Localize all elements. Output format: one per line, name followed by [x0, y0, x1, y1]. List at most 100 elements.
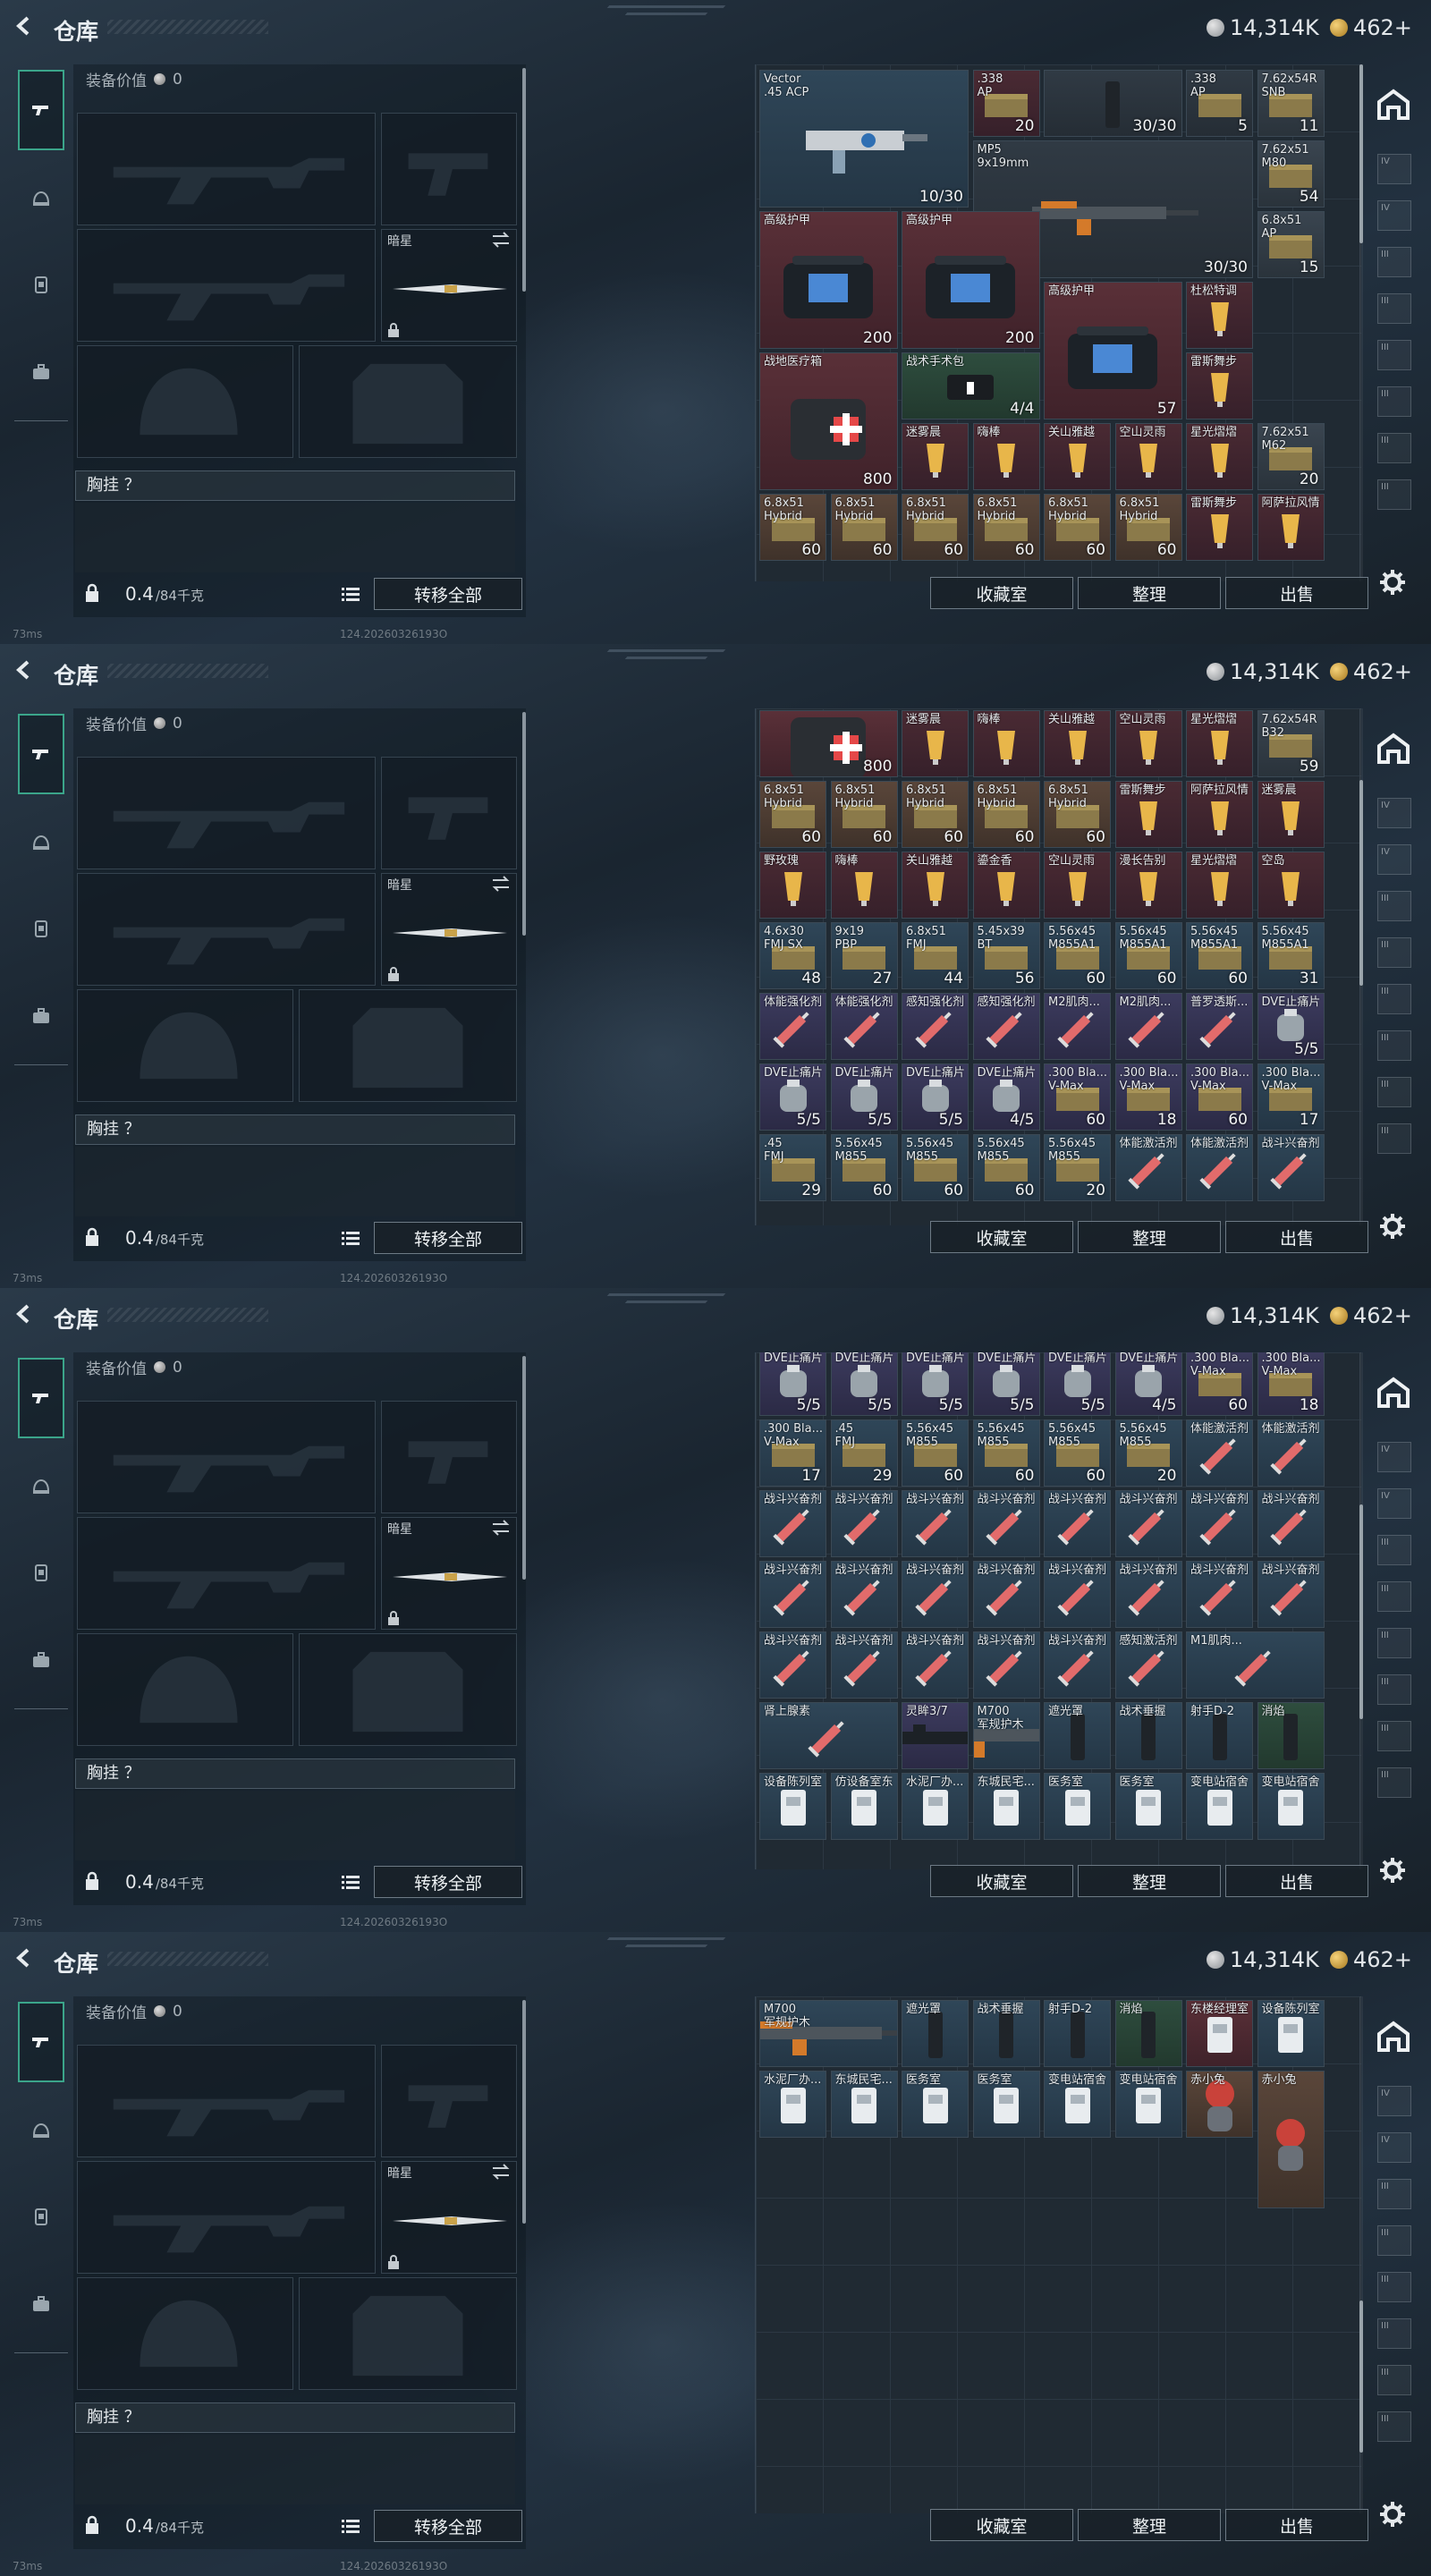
slot-sidearm[interactable]: [381, 2045, 517, 2157]
inventory-item[interactable]: 迷雾晨: [1257, 781, 1325, 848]
inventory-item[interactable]: 6.8x51 Hybrid 60: [759, 781, 826, 848]
tab-weapons[interactable]: [18, 714, 64, 794]
list-icon[interactable]: [342, 587, 360, 601]
inventory-item[interactable]: 消焰: [1257, 1702, 1325, 1769]
inventory-item[interactable]: 高级护甲 200: [759, 211, 898, 349]
tab-backpack[interactable]: [18, 349, 64, 395]
slot-secondary-weapon[interactable]: [77, 229, 376, 342]
rail-tier-icon[interactable]: IV: [1377, 1488, 1411, 1519]
inventory-item[interactable]: 星光熠熠: [1186, 423, 1253, 490]
inventory-item[interactable]: 5.56x45 M855 60: [972, 1134, 1040, 1201]
slot-body-armor[interactable]: [299, 345, 517, 458]
inventory-item[interactable]: 阿萨拉风情: [1186, 781, 1253, 848]
inventory-item[interactable]: .300 Bla... V-Max 17: [759, 1419, 826, 1487]
equipment-scrollbar[interactable]: [522, 1356, 526, 1580]
inventory-item[interactable]: 6.8x51 Hybrid 60: [902, 781, 969, 848]
inventory-item[interactable]: 迷雾晨: [902, 710, 969, 777]
inventory-item[interactable]: 嗨棒: [972, 710, 1040, 777]
storage-scrollbar[interactable]: [1359, 64, 1363, 581]
inventory-item[interactable]: 战斗兴奋剂: [1114, 1561, 1182, 1628]
tab-armor[interactable]: [18, 175, 64, 222]
inventory-item[interactable]: 6.8x51 Hybrid 60: [972, 494, 1040, 561]
rail-tier-icon[interactable]: III: [1377, 891, 1411, 921]
inventory-item[interactable]: 灵眸3/7: [902, 1702, 969, 1769]
inventory-item[interactable]: 消焰: [1114, 2000, 1182, 2067]
inventory-item[interactable]: 赤小兔: [1186, 2071, 1253, 2138]
silver-currency[interactable]: 14,314K: [1207, 1947, 1319, 1972]
inventory-item[interactable]: 遮光罩: [1044, 1702, 1111, 1769]
inventory-item[interactable]: 6.8x51 Hybrid 60: [830, 494, 898, 561]
inventory-item[interactable]: 水泥厂办...: [902, 1773, 969, 1840]
inventory-item[interactable]: 漫长告别: [1114, 852, 1182, 919]
list-icon[interactable]: [342, 1875, 360, 1889]
gear-icon[interactable]: [1379, 1213, 1406, 1240]
inventory-item[interactable]: M1肌肉...: [1186, 1631, 1325, 1699]
scrollbar-thumb[interactable]: [1359, 1504, 1363, 1719]
inventory-item[interactable]: 空山灵雨: [1114, 423, 1182, 490]
inventory-item[interactable]: 空山灵雨: [1114, 710, 1182, 777]
rail-tier-icon[interactable]: IV: [1377, 154, 1411, 184]
slot-sidearm[interactable]: [381, 113, 517, 225]
slot-melee[interactable]: 暗星: [381, 873, 517, 986]
rail-tier-icon[interactable]: III: [1377, 2365, 1411, 2395]
inventory-item[interactable]: 射手D-2: [1186, 1702, 1253, 1769]
inventory-item[interactable]: 雷斯舞步: [1114, 781, 1182, 848]
rail-tier-icon[interactable]: IV: [1377, 2086, 1411, 2116]
equipment-scrollbar[interactable]: [522, 68, 526, 292]
inventory-item[interactable]: 雷斯舞步: [1186, 352, 1253, 419]
back-arrow-icon[interactable]: [14, 660, 34, 680]
inventory-item[interactable]: 体能强化剂: [759, 993, 826, 1060]
swap-icon[interactable]: [491, 876, 511, 892]
gold-currency[interactable]: 462+: [1330, 15, 1412, 40]
inventory-item[interactable]: 星光熠熠: [1186, 710, 1253, 777]
chest-rig-slot[interactable]: 胸挂 ？: [75, 2402, 515, 2433]
tab-vest[interactable]: [18, 1549, 64, 1596]
inventory-item[interactable]: 战地医疗箱 800: [759, 352, 898, 490]
sell-button[interactable]: 出售: [1225, 1865, 1368, 1897]
inventory-item[interactable]: 6.8x51 Hybrid 60: [830, 781, 898, 848]
inventory-item[interactable]: 6.8x51 Hybrid 60: [1044, 494, 1111, 561]
rail-tier-icon[interactable]: III: [1377, 1535, 1411, 1565]
slot-helmet[interactable]: [77, 2277, 293, 2390]
chest-rig-slot[interactable]: 胸挂 ？: [75, 1114, 515, 1145]
sort-button[interactable]: 整理: [1078, 2509, 1221, 2541]
inventory-item[interactable]: 遮光罩: [902, 2000, 969, 2067]
rail-tier-icon[interactable]: III: [1377, 433, 1411, 463]
slot-melee[interactable]: 暗星: [381, 2161, 517, 2274]
collection-room-button[interactable]: 收藏室: [930, 1221, 1073, 1253]
rail-tier-icon[interactable]: III: [1377, 479, 1411, 510]
rail-tier-icon[interactable]: IV: [1377, 844, 1411, 875]
inventory-item[interactable]: 空岛: [1257, 852, 1325, 919]
inventory-item[interactable]: 变电站宿舍: [1114, 2071, 1182, 2138]
inventory-item[interactable]: .300 Bla... V-Max 17: [1257, 1063, 1325, 1131]
scrollbar-thumb[interactable]: [1359, 64, 1363, 243]
move-all-button[interactable]: 转移全部: [374, 2510, 522, 2542]
inventory-item[interactable]: 7.62x51 M62 20: [1257, 423, 1325, 490]
inventory-item[interactable]: 设备陈列室: [759, 1773, 826, 1840]
inventory-item[interactable]: 战斗兴奋剂: [1044, 1490, 1111, 1557]
inventory-item[interactable]: 战斗兴奋剂: [1257, 1134, 1325, 1201]
inventory-item[interactable]: 战斗兴奋剂: [830, 1561, 898, 1628]
chest-rig-slot[interactable]: 胸挂 ？: [75, 470, 515, 501]
silver-currency[interactable]: 14,314K: [1207, 659, 1319, 684]
scrollbar-thumb[interactable]: [1359, 780, 1363, 986]
rail-tier-icon[interactable]: III: [1377, 1077, 1411, 1107]
inventory-item[interactable]: M700 军规护木: [759, 2000, 898, 2067]
inventory-item[interactable]: .300 Bla... V-Max 60: [1186, 1063, 1253, 1131]
slot-helmet[interactable]: [77, 1633, 293, 1746]
inventory-item[interactable]: 战术垂握: [972, 2000, 1040, 2067]
inventory-item[interactable]: 战斗兴奋剂: [1044, 1631, 1111, 1699]
inventory-item[interactable]: 医务室: [1044, 1773, 1111, 1840]
inventory-item[interactable]: 战斗兴奋剂: [759, 1561, 826, 1628]
inventory-item[interactable]: 战斗兴奋剂: [759, 1490, 826, 1557]
rail-tier-icon[interactable]: IV: [1377, 1442, 1411, 1472]
rail-tier-icon[interactable]: III: [1377, 340, 1411, 370]
inventory-item[interactable]: 战斗兴奋剂: [1114, 1490, 1182, 1557]
inventory-item[interactable]: DVE止痛片 4/5: [1114, 1352, 1182, 1416]
inventory-item[interactable]: 关山雅越: [1044, 423, 1111, 490]
inventory-item[interactable]: 体能强化剂: [830, 993, 898, 1060]
inventory-item[interactable]: 6.8x51 FMJ 44: [902, 922, 969, 989]
inventory-item[interactable]: DVE止痛片 5/5: [759, 1352, 826, 1416]
inventory-item[interactable]: 6.8x51 Hybrid 60: [1114, 494, 1182, 561]
inventory-item[interactable]: 6.8x51 Hybrid 60: [759, 494, 826, 561]
